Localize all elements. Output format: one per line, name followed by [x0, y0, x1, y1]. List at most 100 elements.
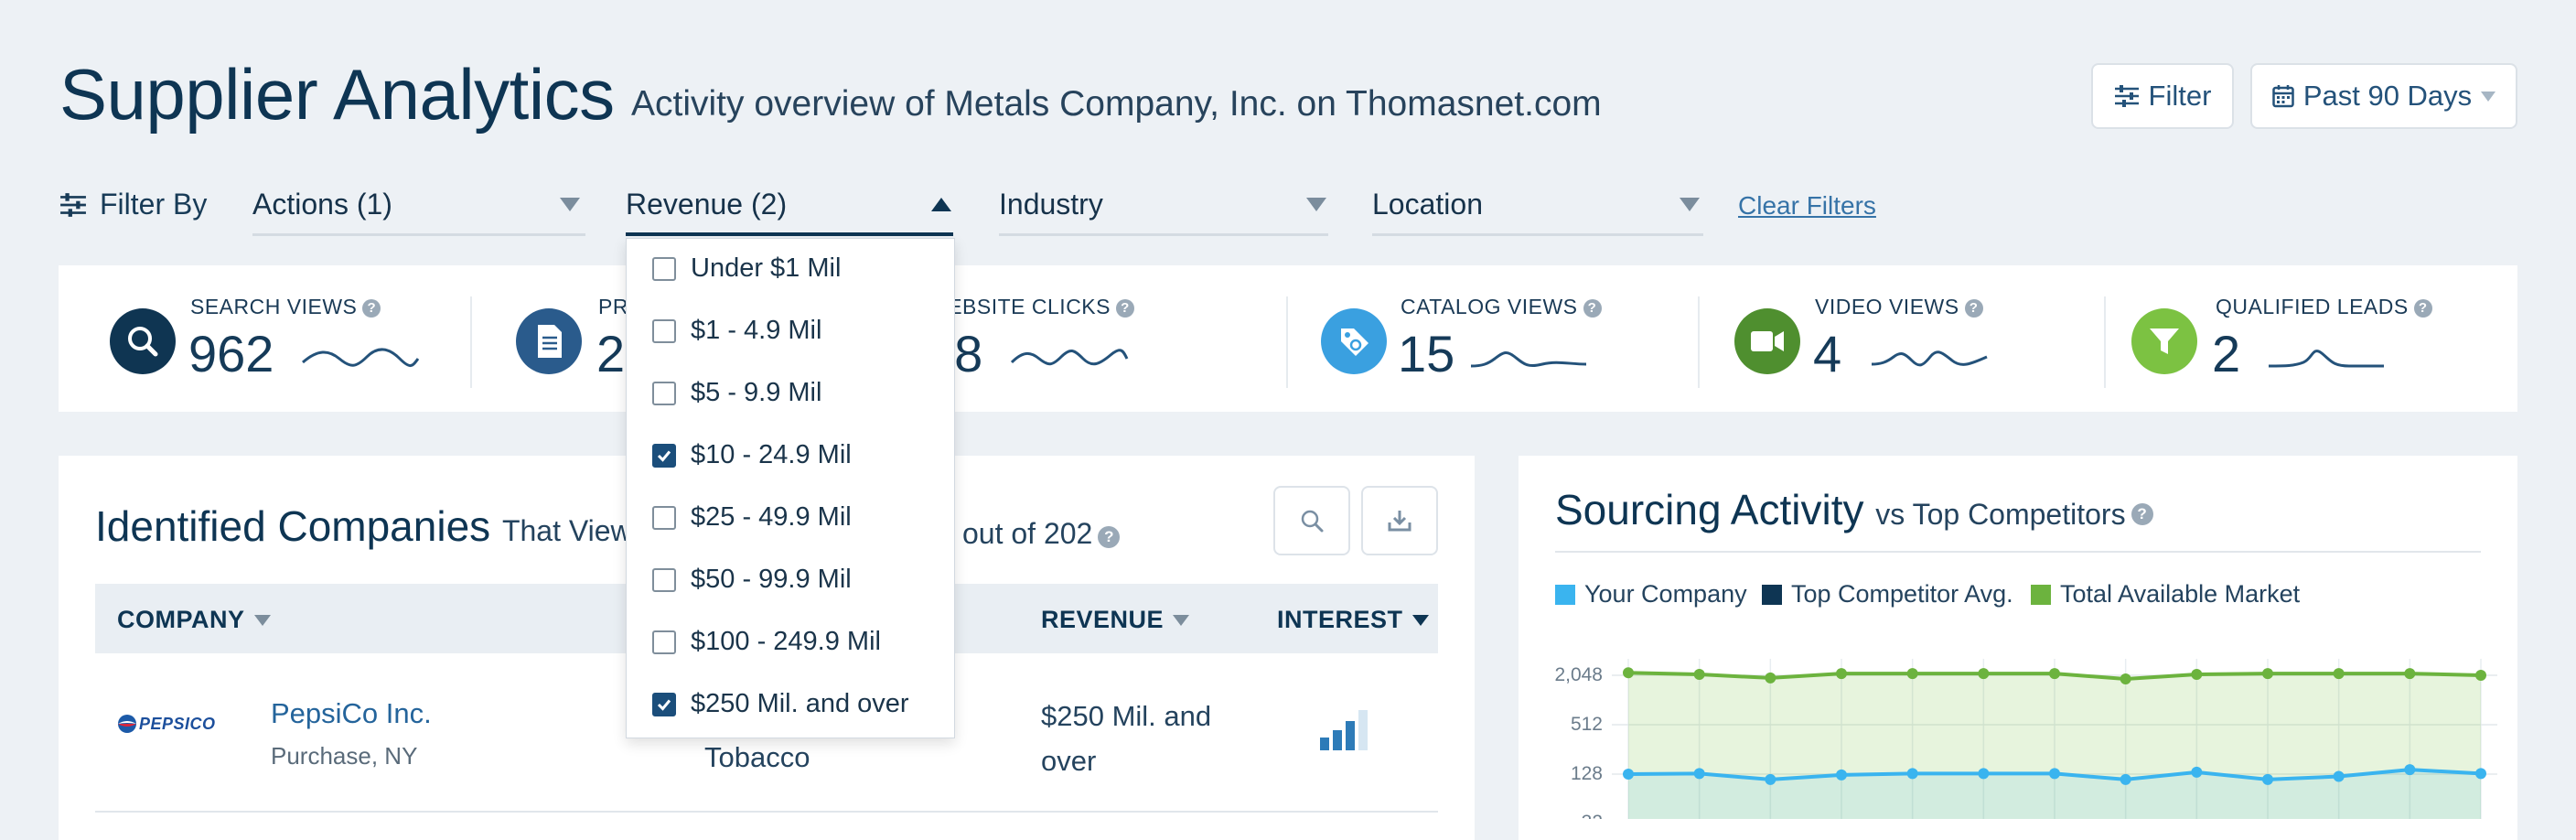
help-icon[interactable]: ?: [1098, 526, 1121, 548]
page-title: Supplier Analytics: [59, 54, 615, 135]
data-point: [2120, 773, 2131, 785]
legend-top-competitor: Top Competitor Avg.: [1762, 580, 2013, 608]
data-point: [2191, 669, 2203, 681]
industry-filter-dropdown[interactable]: Industry: [999, 176, 1328, 236]
data-point: [2475, 669, 2486, 681]
revenue-option[interactable]: $5 - 9.9 Mil: [652, 378, 821, 408]
companies-count: out of 202?: [962, 517, 1121, 551]
chevron-down-icon: [1306, 198, 1326, 211]
date-range-dropdown[interactable]: Past 90 Days: [2250, 63, 2517, 129]
tag-icon: [1321, 308, 1387, 374]
metrics-strip: SEARCH VIEWS? 962 PR 2 WEBSITE CLICKS? 9…: [59, 265, 2517, 412]
search-icon: [110, 308, 176, 374]
pepsi-globe-icon: [118, 715, 136, 733]
help-icon[interactable]: ?: [362, 299, 381, 318]
title-divider: [1555, 551, 2481, 553]
checkbox[interactable]: [652, 256, 676, 281]
company-industry: Tobacco: [704, 741, 810, 773]
data-point: [1693, 669, 1705, 681]
column-interest[interactable]: INTEREST: [1277, 606, 1429, 634]
help-icon[interactable]: ?: [1115, 299, 1134, 318]
checkbox[interactable]: [652, 443, 676, 468]
metric-label: VIDEO VIEWS: [1815, 295, 1959, 318]
data-point: [1765, 672, 1776, 684]
revenue-filter-label: Revenue (2): [626, 187, 788, 221]
checkbox[interactable]: [652, 381, 676, 405]
sparkline: [1010, 349, 1129, 366]
revenue-option[interactable]: $50 - 99.9 Mil: [652, 565, 852, 595]
metric-label: CATALOG VIEWS: [1401, 295, 1578, 318]
metric-value: 962: [188, 325, 274, 382]
revenue-option[interactable]: $25 - 49.9 Mil: [652, 502, 852, 533]
actions-filter-dropdown[interactable]: Actions (1): [252, 176, 585, 236]
help-icon[interactable]: ?: [1583, 299, 1602, 318]
company-location: Purchase, NY: [271, 742, 418, 770]
data-point: [1623, 667, 1634, 679]
filter-button[interactable]: Filter: [2091, 63, 2234, 129]
revenue-option[interactable]: $100 - 249.9 Mil: [652, 627, 881, 657]
revenue-filter-dropdown[interactable]: Revenue (2): [626, 176, 953, 236]
checkbox[interactable]: [652, 630, 676, 654]
data-point: [2120, 673, 2131, 684]
data-point: [2475, 768, 2486, 780]
sourcing-activity-subtitle: vs Top Competitors: [1875, 498, 2126, 531]
checkbox[interactable]: [652, 692, 676, 716]
data-point: [1906, 768, 1918, 780]
metric-label: PR: [598, 295, 628, 318]
identified-companies-subtitle: That View: [501, 514, 632, 547]
data-point: [2049, 668, 2060, 680]
sparkline: [2268, 350, 2384, 368]
column-revenue[interactable]: REVENUE: [1041, 606, 1190, 634]
search-icon: [1301, 510, 1324, 533]
column-company[interactable]: COMPANY: [117, 606, 271, 634]
chevron-down-icon: [1680, 198, 1700, 211]
metric-value: 15: [1398, 325, 1455, 382]
metric-label: QUALIFIED LEADS: [2216, 295, 2409, 318]
checkmark-icon: [657, 450, 671, 462]
chevron-up-icon: [931, 197, 951, 211]
clear-filters-link[interactable]: Clear Filters: [1738, 191, 1876, 221]
metric-qualified-leads[interactable]: QUALIFIED LEADS? 2: [2104, 265, 2517, 412]
help-icon[interactable]: ?: [2131, 503, 2153, 525]
data-point: [1836, 769, 1847, 781]
metric-search-views[interactable]: SEARCH VIEWS? 962: [59, 265, 470, 412]
interest-level-indicator: [1320, 710, 1368, 750]
data-point: [1623, 769, 1634, 780]
help-icon[interactable]: ?: [1964, 299, 1983, 318]
identified-companies-title: Identified Companies That View: [95, 502, 632, 550]
calendar-icon: [2272, 85, 2294, 108]
checkbox[interactable]: [652, 567, 676, 592]
checkbox[interactable]: [652, 505, 676, 530]
revenue-option[interactable]: $10 - 24.9 Mil: [652, 440, 852, 470]
data-point: [1693, 768, 1705, 780]
metric-value: 4: [1813, 325, 1842, 382]
help-icon[interactable]: ?: [2413, 299, 2432, 318]
metric-video-views[interactable]: VIDEO VIEWS? 4: [1698, 265, 2109, 412]
sparkline: [302, 348, 420, 367]
metric-label: SEARCH VIEWS: [190, 295, 358, 318]
company-logo: PEPSICO: [117, 714, 216, 734]
search-companies-button[interactable]: [1273, 486, 1350, 555]
revenue-option[interactable]: $1 - 4.9 Mil: [652, 316, 821, 346]
funnel-icon: [2131, 308, 2197, 374]
filter-by-label: Filter By: [59, 188, 207, 221]
data-point: [2049, 768, 2060, 780]
data-point: [1978, 768, 1990, 780]
revenue-option[interactable]: $250 Mil. and over: [652, 689, 909, 719]
data-point: [1978, 668, 1990, 680]
location-filter-dropdown[interactable]: Location: [1372, 176, 1703, 236]
sparkline: [1871, 350, 1988, 367]
metric-catalog-views[interactable]: CATALOG VIEWS? 15: [1286, 265, 1698, 412]
y-tick-label: 128: [1571, 763, 1603, 784]
date-range-label: Past 90 Days: [2302, 80, 2473, 112]
download-button[interactable]: [1361, 486, 1438, 555]
data-point: [2404, 764, 2416, 776]
revenue-option[interactable]: Under $1 Mil: [652, 253, 841, 284]
industry-filter-label: Industry: [999, 188, 1103, 221]
company-name-link[interactable]: PepsiCo Inc.: [271, 697, 432, 730]
sort-icon: [1411, 614, 1429, 626]
data-point: [2333, 770, 2345, 782]
checkbox[interactable]: [652, 318, 676, 343]
data-point: [2262, 773, 2273, 785]
download-icon: [1388, 511, 1411, 532]
